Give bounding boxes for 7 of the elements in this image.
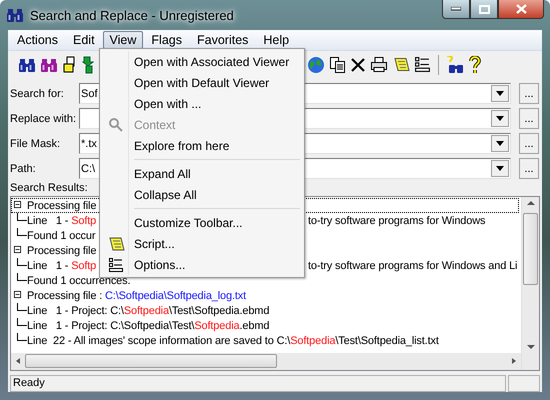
- field-label: Replace with:: [10, 112, 78, 125]
- field-label: File Mask:: [10, 138, 62, 150]
- window-title: Search and Replace - Unregistered: [30, 8, 234, 22]
- field-label: Path:: [10, 162, 37, 175]
- results-label: Search Results:: [10, 182, 88, 196]
- status-text: Ready: [10, 374, 506, 392]
- field-label: Search for:: [10, 88, 65, 100]
